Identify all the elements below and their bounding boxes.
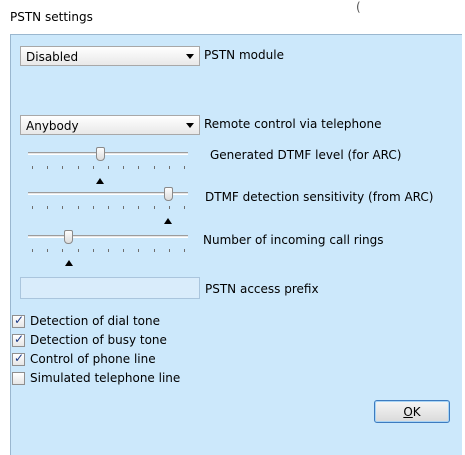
slider-tick — [62, 206, 64, 209]
dial-tone-label: Detection of dial tone — [30, 314, 160, 328]
slider-tick — [168, 166, 170, 169]
call-rings-slider[interactable] — [28, 230, 188, 244]
slider-tick — [184, 166, 185, 169]
slider-tick — [62, 249, 64, 252]
checkbox[interactable]: ✓ — [12, 313, 25, 328]
slider-track — [28, 152, 188, 155]
dtmf-sensitivity-label: DTMF detection sensitivity (from ARC) — [205, 190, 434, 204]
slider-tick — [123, 206, 125, 209]
pstn-module-select[interactable]: Disabled — [20, 46, 200, 66]
remote-control-label: Remote control via telephone — [204, 117, 382, 131]
slider-tick — [77, 206, 79, 209]
default-level-marker — [96, 178, 105, 184]
slider-tick — [138, 206, 140, 209]
slider-tick — [92, 166, 94, 169]
slider-tick — [108, 166, 109, 169]
remote-control-value: Anybody — [26, 119, 79, 133]
slider-tick — [47, 249, 49, 252]
checkbox[interactable]: ✓ — [12, 372, 25, 385]
pstn-module-label: PSTN module — [204, 48, 284, 62]
ok-button[interactable]: OK — [374, 400, 450, 423]
check-icon: ✓ — [14, 332, 25, 346]
dtmf-level-slider[interactable] — [28, 147, 188, 161]
slider-tick — [123, 166, 125, 169]
chevron-down-icon — [186, 123, 194, 128]
slider-tick — [153, 206, 155, 209]
slider-tick — [138, 249, 140, 252]
simulated-line-label: Simulated telephone line — [30, 371, 181, 385]
slider-thumb[interactable] — [163, 187, 173, 201]
slider-tick — [32, 249, 33, 252]
slider-tick — [184, 206, 185, 209]
slider-tick — [92, 249, 94, 252]
check-icon: ✓ — [14, 351, 25, 365]
slider-tick — [123, 249, 125, 252]
slider-tick — [184, 249, 185, 252]
remote-control-select[interactable]: Anybody — [20, 115, 200, 135]
checkbox[interactable]: ✓ — [12, 332, 25, 347]
chevron-down-icon — [186, 54, 194, 59]
checkbox[interactable]: ✓ — [12, 351, 25, 366]
slider-tick — [168, 206, 170, 209]
default-rings-marker — [64, 260, 73, 266]
phone-line-label: Control of phone line — [30, 352, 156, 366]
title-bar-artifact: ( — [356, 0, 361, 14]
access-prefix-label: PSTN access prefix — [205, 282, 319, 296]
ok-mnemonic: O — [403, 405, 413, 419]
slider-tick — [47, 166, 49, 169]
slider-tick — [153, 166, 155, 169]
slider-thumb[interactable] — [64, 230, 74, 244]
slider-tick — [153, 249, 155, 252]
busy-tone-label: Detection of busy tone — [30, 333, 167, 347]
slider-tick — [62, 166, 64, 169]
call-rings-label: Number of incoming call rings — [203, 233, 384, 247]
default-sensitivity-marker — [164, 218, 173, 224]
slider-thumb[interactable] — [95, 147, 105, 161]
slider-tick — [77, 166, 79, 169]
slider-ticks — [28, 206, 188, 210]
pstn-module-value: Disabled — [26, 50, 79, 64]
slider-tick — [77, 249, 79, 252]
slider-tick — [138, 166, 140, 169]
slider-track — [28, 235, 188, 238]
title-bar: PSTN settings ( — [0, 0, 465, 34]
slider-ticks — [28, 166, 188, 170]
slider-tick — [47, 206, 49, 209]
slider-tick — [168, 249, 170, 252]
check-icon: ✓ — [14, 313, 25, 327]
slider-ticks — [28, 249, 188, 253]
access-prefix-input[interactable] — [20, 277, 200, 299]
slider-tick — [108, 249, 109, 252]
dtmf-sensitivity-slider[interactable] — [28, 187, 188, 201]
slider-tick — [32, 206, 33, 209]
slider-tick — [92, 206, 94, 209]
ok-rest: K — [412, 405, 421, 419]
dtmf-level-label: Generated DTMF level (for ARC) — [210, 148, 402, 162]
slider-tick — [108, 206, 109, 209]
slider-tick — [32, 166, 33, 169]
window-title: PSTN settings — [10, 10, 93, 24]
